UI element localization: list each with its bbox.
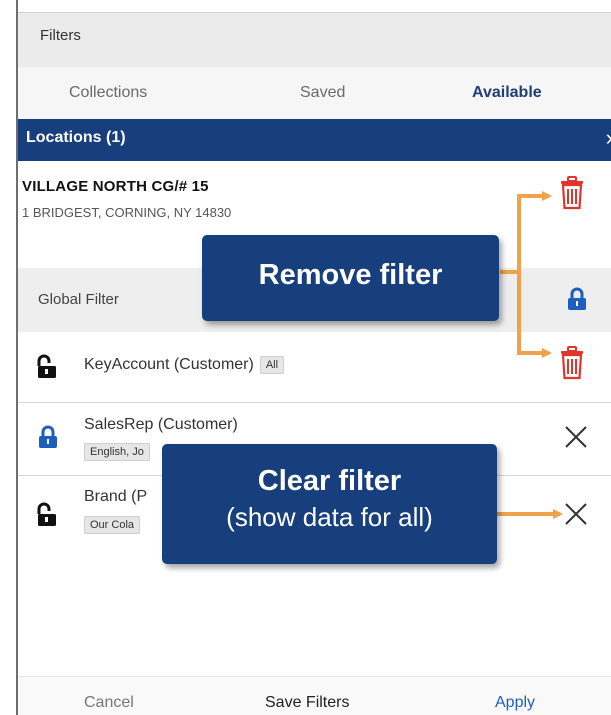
clear-filter-callout: Clear filter (show data for all) [162,444,497,564]
annotation-arrows [497,191,563,519]
clear-filter-callout-subtitle: (show data for all) [226,502,433,532]
remove-filter-callout-text: Remove filter [258,259,443,291]
clear-filter-callout-title: Clear filter [257,465,402,497]
remove-filter-arrows [500,191,552,358]
remove-filter-callout: Remove filter [202,235,499,321]
